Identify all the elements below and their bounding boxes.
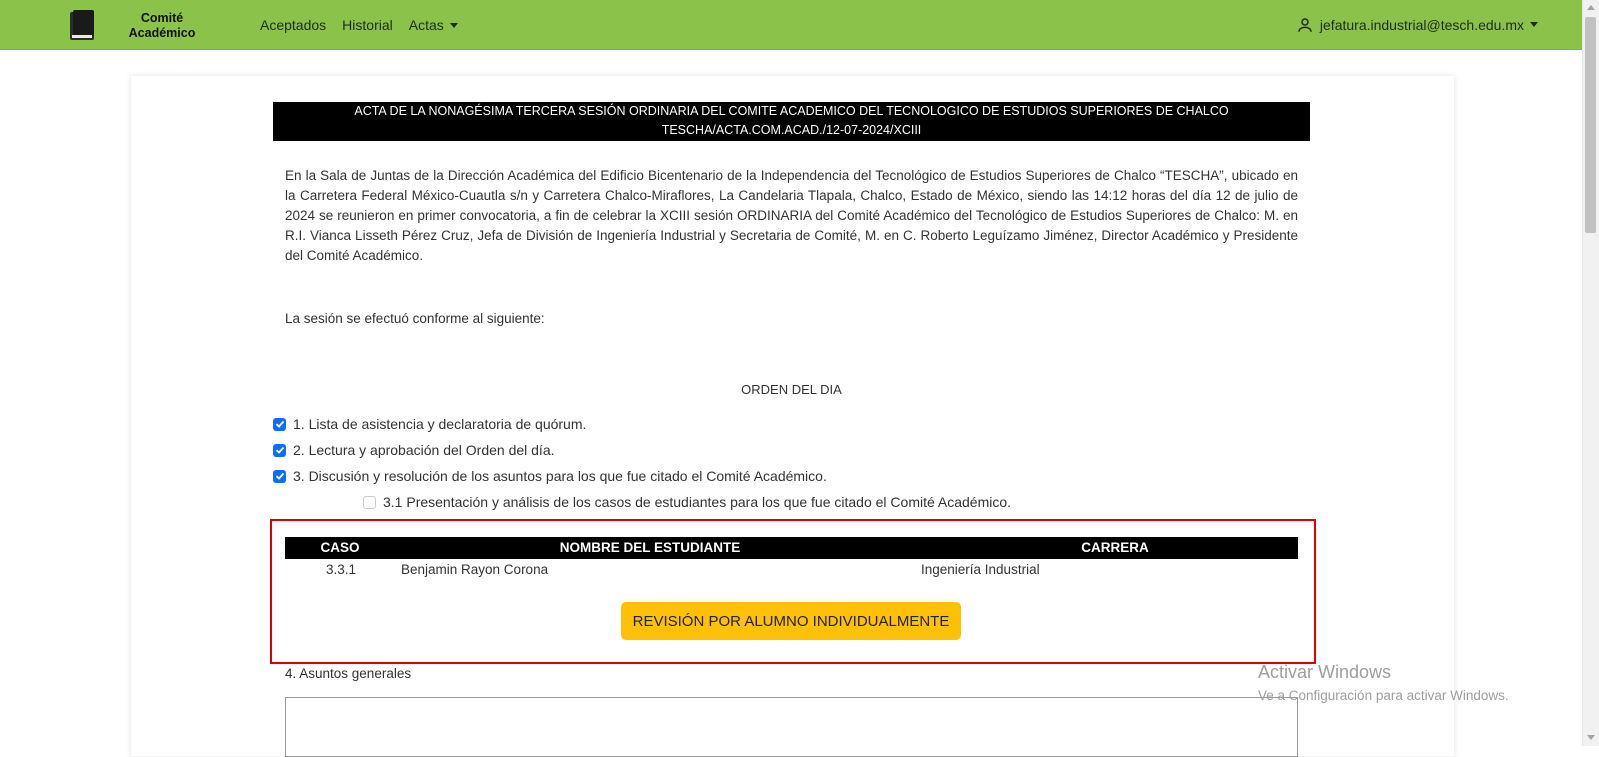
user-email: jefatura.industrial@tesch.edu.mx [1319, 16, 1524, 33]
brand-text: Comité Académico [112, 11, 212, 41]
agenda-label-3-1: 3.1 Presentación y análisis de los casos… [383, 494, 1012, 510]
nav-link-actas[interactable]: Actas [409, 17, 458, 33]
th-nombre: NOMBRE DEL ESTUDIANTE [559, 540, 741, 555]
agenda-checkbox-1[interactable] [273, 417, 286, 431]
windows-watermark-title: Activar Windows [1258, 662, 1392, 682]
case-table-header: CASO NOMBRE DEL ESTUDIANTE CARRERA [285, 537, 1298, 559]
nav-links: Aceptados Historial Actas [260, 0, 474, 49]
agenda-label-2: 2. Lectura y aprobación del Orden del dí… [293, 442, 555, 458]
cell-nombre: Benjamin Rayon Corona [401, 562, 549, 577]
user-menu[interactable]: jefatura.industrial@tesch.edu.mx [1296, 0, 1538, 49]
agenda-item-1: 1. Lista de asistencia y declaratoria de… [273, 416, 586, 432]
agenda-item-3-1: 3.1 Presentación y análisis de los casos… [363, 494, 1011, 510]
top-navbar: Comité Académico Aceptados Historial Act… [0, 0, 1583, 50]
scroll-down-arrow-icon[interactable] [1587, 735, 1595, 740]
check-icon [275, 446, 284, 454]
agenda-checkbox-3[interactable] [273, 469, 286, 483]
chevron-down-icon [1530, 22, 1538, 27]
asuntos-generales-textarea[interactable] [285, 697, 1298, 757]
brand-line2: Académico [128, 26, 196, 40]
scroll-up-arrow-icon[interactable] [1587, 5, 1595, 10]
nav-link-actas-label: Actas [408, 16, 444, 33]
nav-link-historial[interactable]: Historial [342, 17, 393, 33]
th-caso: CASO [320, 540, 360, 555]
user-icon [1298, 17, 1312, 32]
acta-title-banner: ACTA DE LA NONAGÉSIMA TERCERA SESIÓN ORD… [273, 102, 1310, 141]
nav-link-aceptados[interactable]: Aceptados [260, 17, 326, 33]
th-carrera: CARRERA [1081, 540, 1149, 555]
review-by-student-button[interactable]: REVISIÓN POR ALUMNO INDIVIDUALMENTE [621, 602, 961, 640]
cell-carrera: Ingeniería Industrial [921, 562, 1040, 577]
table-row: 3.3.1 Benjamin Rayon Corona Ingeniería I… [285, 562, 1298, 582]
chevron-down-icon [449, 23, 458, 29]
brand-line1: Comité [140, 11, 184, 25]
agenda-item-2: 2. Lectura y aprobación del Orden del dí… [273, 442, 555, 458]
intro-paragraph: En la Sala de Juntas de la Dirección Aca… [285, 168, 1298, 263]
agenda-checkbox-2[interactable] [273, 443, 286, 457]
acta-title-line2: TESCHA/ACTA.COM.ACAD./12-07-2024/XCIII [661, 123, 922, 137]
agenda-label-3: 3. Discusión y resolución de los asuntos… [293, 468, 827, 484]
brand-logo[interactable]: Comité Académico [68, 9, 195, 41]
scroll-thumb[interactable] [1585, 17, 1596, 233]
acta-title-line1: ACTA DE LA NONAGÉSIMA TERCERA SESIÓN ORD… [354, 104, 1229, 118]
agenda-label-1: 1. Lista de asistencia y declaratoria de… [293, 416, 587, 432]
book-icon [70, 10, 94, 40]
session-text: La sesión se efectuó conforme al siguien… [285, 311, 545, 326]
check-icon [275, 472, 284, 480]
agenda-checkbox-3-1[interactable] [363, 495, 376, 509]
windows-watermark-subtitle: Ve a Configuración para activar Windows. [1258, 688, 1509, 703]
agenda-item-3: 3. Discusión y resolución de los asuntos… [273, 468, 827, 484]
cell-caso: 3.3.1 [326, 562, 357, 577]
orden-del-dia-title: ORDEN DEL DIA [741, 382, 842, 397]
asuntos-generales-label: 4. Asuntos generales [285, 666, 412, 681]
page-scrollbar[interactable] [1582, 0, 1599, 746]
check-icon [275, 420, 284, 428]
